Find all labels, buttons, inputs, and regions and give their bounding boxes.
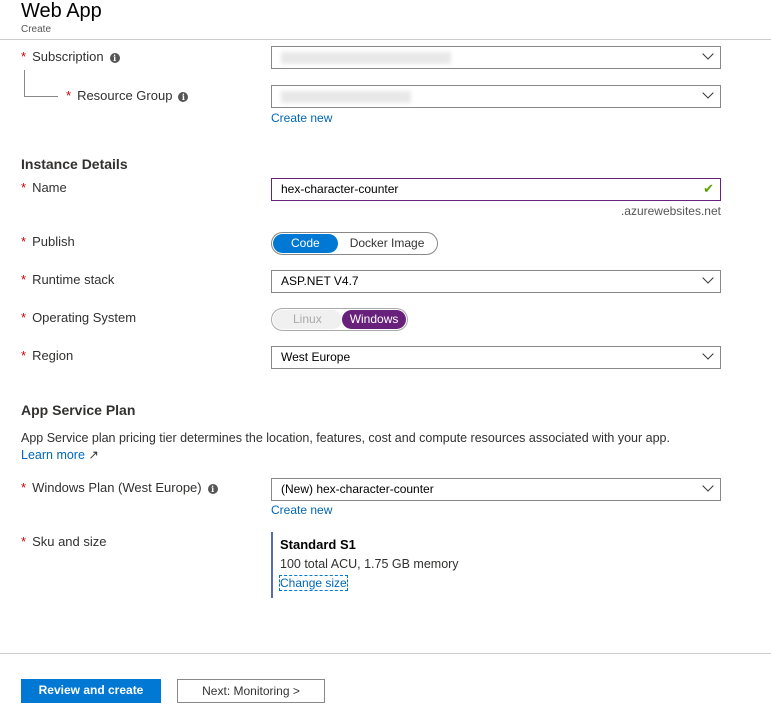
resource-group-label: * Resource Group i (66, 88, 189, 103)
subscription-label-text: Subscription (32, 49, 104, 64)
publish-option-docker[interactable]: Docker Image (338, 234, 437, 253)
required-marker: * (21, 534, 27, 549)
plan-select-value: (New) hex-character-counter (281, 482, 434, 496)
next-monitoring-button[interactable]: Next: Monitoring > (177, 679, 325, 703)
region-label: * Region (21, 348, 73, 363)
publish-label-text: Publish (32, 234, 75, 249)
chevron-down-icon (702, 348, 714, 360)
sku-label: * Sku and size (21, 534, 107, 549)
runtime-select[interactable]: ASP.NET V4.7 (271, 270, 721, 293)
change-size-link[interactable]: Change size (279, 575, 348, 591)
footer-divider (0, 653, 771, 654)
chevron-down-icon (702, 272, 714, 284)
runtime-label: * Runtime stack (21, 272, 114, 287)
plan-label: * Windows Plan (West Europe) i (21, 480, 218, 495)
required-marker: * (21, 49, 27, 64)
info-icon[interactable]: i (178, 91, 189, 102)
subscription-label: * Subscription i (21, 49, 120, 64)
divider (0, 39, 771, 40)
name-label: * Name (21, 180, 67, 195)
required-marker: * (21, 480, 27, 495)
region-label-text: Region (32, 348, 74, 363)
region-select-value: West Europe (281, 350, 351, 364)
publish-label: * Publish (21, 234, 75, 249)
name-input[interactable]: hex-character-counter ✔ (271, 178, 721, 201)
checkmark-icon: ✔ (703, 181, 714, 196)
os-label: * Operating System (21, 310, 136, 325)
sku-accent-bar (271, 532, 273, 598)
page-title: Web App (21, 0, 102, 22)
learn-more-text: Learn more (21, 448, 85, 462)
sku-name: Standard S1 (280, 537, 356, 552)
redacted-value (281, 91, 411, 103)
required-marker: * (21, 310, 27, 325)
publish-toggle[interactable]: Code Docker Image (271, 232, 439, 255)
runtime-select-value: ASP.NET V4.7 (281, 274, 359, 288)
learn-more-link[interactable]: Learn more ↗ (21, 447, 99, 462)
plan-label-text: Windows Plan (West Europe) (32, 480, 202, 495)
plan-select[interactable]: (New) hex-character-counter (271, 478, 721, 501)
info-icon[interactable]: i (109, 52, 120, 63)
chevron-down-icon (702, 87, 714, 99)
required-marker: * (21, 234, 27, 249)
required-marker: * (66, 88, 72, 103)
publish-option-code[interactable]: Code (273, 234, 338, 253)
runtime-label-text: Runtime stack (32, 272, 115, 287)
domain-suffix: .azurewebsites.net (620, 204, 721, 218)
os-toggle[interactable]: Linux Windows (271, 308, 409, 331)
region-select[interactable]: West Europe (271, 346, 721, 369)
app-service-plan-heading: App Service Plan (21, 402, 136, 418)
tree-connector (24, 96, 58, 97)
external-link-icon: ↗ (88, 448, 99, 462)
chevron-down-icon (702, 48, 714, 60)
plan-description: App Service plan pricing tier determines… (21, 431, 670, 445)
name-label-text: Name (32, 180, 67, 195)
required-marker: * (21, 180, 27, 195)
create-new-resource-group-link[interactable]: Create new (271, 111, 332, 125)
resource-group-label-text: Resource Group (77, 88, 173, 103)
redacted-value (281, 52, 451, 64)
tree-connector (24, 70, 25, 96)
os-option-linux[interactable]: Linux (273, 310, 342, 329)
info-icon[interactable]: i (207, 483, 218, 494)
review-and-create-button[interactable]: Review and create (21, 679, 161, 703)
subscription-select[interactable] (271, 46, 721, 69)
page-subtitle: Create (21, 24, 52, 35)
required-marker: * (21, 272, 27, 287)
os-option-windows[interactable]: Windows (341, 310, 407, 329)
os-label-text: Operating System (32, 310, 137, 325)
sku-label-text: Sku and size (32, 534, 107, 549)
sku-description: 100 total ACU, 1.75 GB memory (280, 557, 459, 571)
required-marker: * (21, 348, 27, 363)
create-new-plan-link[interactable]: Create new (271, 503, 332, 517)
instance-details-heading: Instance Details (21, 156, 128, 172)
name-input-value: hex-character-counter (281, 182, 399, 196)
chevron-down-icon (702, 480, 714, 492)
resource-group-select[interactable] (271, 85, 721, 108)
